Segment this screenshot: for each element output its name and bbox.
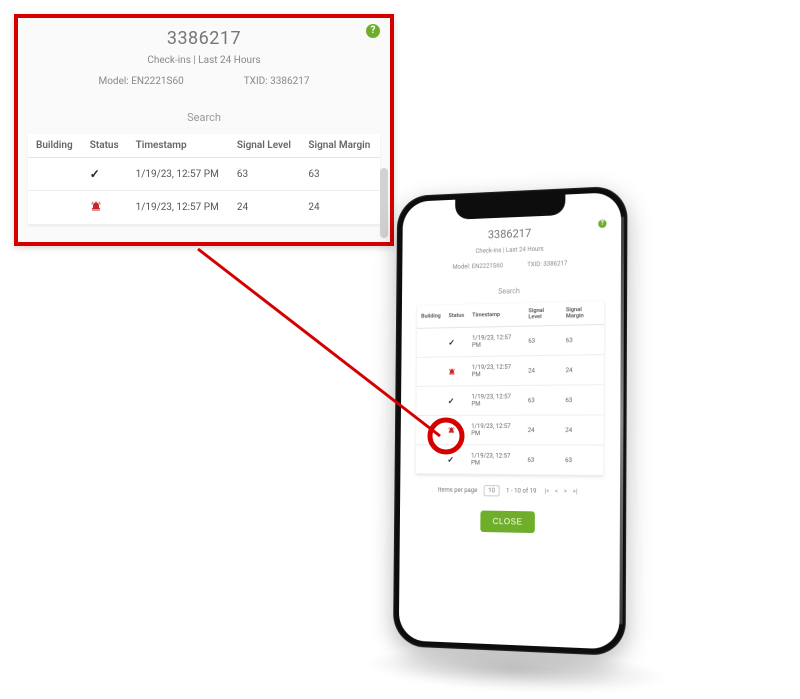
cell-signal-margin: 24: [561, 415, 604, 445]
zoom-callout-panel: ? 3386217 Check-ins | Last 24 Hours Mode…: [14, 14, 394, 246]
cell-signal-level: 63: [523, 445, 561, 475]
cell-signal-margin: 63: [562, 324, 604, 355]
col-status[interactable]: Status: [82, 134, 128, 158]
alarm-icon: [448, 426, 464, 434]
cell-timestamp: 1/19/23, 12:57 PM: [468, 356, 525, 386]
cell-timestamp: 1/19/23, 12:57 PM: [128, 191, 229, 225]
check-icon: [447, 457, 454, 464]
col-signal-margin[interactable]: Signal Margin: [562, 301, 604, 325]
col-building[interactable]: Building: [28, 134, 82, 158]
col-status[interactable]: Status: [445, 305, 469, 328]
scrollbar[interactable]: [380, 168, 388, 238]
col-signal-level[interactable]: Signal Level: [229, 134, 301, 158]
cell-signal-level: 24: [524, 415, 562, 445]
cell-signal-margin: 63: [561, 385, 603, 415]
check-icon: [90, 170, 100, 181]
help-icon[interactable]: ?: [598, 219, 606, 228]
cell-signal-margin: 24: [561, 355, 603, 386]
cell-signal-level: 24: [229, 191, 301, 225]
checkins-table: Building Status Timestamp Signal Level S…: [416, 301, 604, 476]
col-building[interactable]: Building: [417, 305, 445, 328]
next-page-icon[interactable]: >: [564, 488, 567, 495]
table-row[interactable]: 1/19/23, 12:57 PM2424: [416, 415, 603, 445]
cell-timestamp: 1/19/23, 12:57 PM: [467, 445, 524, 475]
close-button[interactable]: CLOSE: [480, 511, 534, 534]
col-timestamp[interactable]: Timestamp: [468, 303, 524, 327]
table-row[interactable]: 1/19/23, 12:57 PM6363: [28, 158, 380, 191]
device-id-title: 3386217: [418, 224, 605, 244]
model-field: Model: EN2221S60: [99, 76, 184, 87]
table-row[interactable]: 1/19/23, 12:57 PM6363: [416, 385, 603, 416]
table-header-row: Building Status Timestamp Signal Level S…: [28, 134, 380, 158]
search-input[interactable]: Search: [28, 111, 380, 124]
cell-timestamp: 1/19/23, 12:57 PM: [467, 385, 524, 415]
table-paginator[interactable]: Items per page 10 1 - 10 of 19 |< < > >|: [416, 484, 604, 498]
first-page-icon[interactable]: |<: [545, 488, 550, 495]
model-field: Model: EN2221S60: [452, 262, 503, 271]
items-per-page-select[interactable]: 10: [483, 485, 500, 496]
alarm-icon: [448, 367, 464, 375]
alarm-icon: [90, 200, 102, 212]
subtitle: Check-ins | Last 24 Hours: [28, 55, 380, 66]
txid-field: TXID: 3386217: [527, 260, 567, 268]
txid-field: TXID: 3386217: [244, 76, 310, 87]
prev-page-icon[interactable]: <: [555, 488, 558, 495]
phone-mockup: ? 3386217 Check-ins | Last 24 Hours Mode…: [393, 184, 649, 678]
items-per-page-label: Items per page: [438, 487, 477, 495]
cell-timestamp: 1/19/23, 12:57 PM: [467, 415, 524, 445]
col-timestamp[interactable]: Timestamp: [128, 134, 229, 158]
col-signal-level[interactable]: Signal Level: [524, 302, 561, 326]
cell-signal-margin: 63: [300, 158, 380, 191]
cell-timestamp: 1/19/23, 12:57 PM: [468, 326, 525, 356]
table-row[interactable]: 1/19/23, 12:57 PM6363: [416, 445, 604, 476]
cell-timestamp: 1/19/23, 12:57 PM: [128, 158, 229, 191]
table-row[interactable]: 1/19/23, 12:57 PM6363: [417, 324, 604, 357]
device-id-title: 3386217: [28, 28, 380, 49]
cell-signal-margin: 24: [300, 191, 380, 225]
cell-signal-margin: 63: [561, 445, 604, 475]
col-signal-margin[interactable]: Signal Margin: [300, 134, 380, 158]
check-icon: [448, 340, 455, 347]
cell-signal-level: 63: [229, 158, 301, 191]
last-page-icon[interactable]: >|: [573, 488, 578, 495]
help-icon[interactable]: ?: [366, 24, 380, 38]
cell-signal-level: 24: [524, 355, 562, 385]
cell-signal-level: 63: [524, 325, 562, 355]
table-row[interactable]: 1/19/23, 12:57 PM2424: [417, 355, 604, 387]
checkins-table: Building Status Timestamp Signal Level S…: [28, 134, 380, 225]
search-input[interactable]: Search: [417, 285, 604, 298]
page-range: 1 - 10 of 19: [506, 487, 536, 495]
subtitle: Check-ins | Last 24 Hours: [418, 243, 605, 257]
check-icon: [448, 398, 455, 405]
table-row[interactable]: 1/19/23, 12:57 PM2424: [28, 191, 380, 225]
cell-signal-level: 63: [524, 385, 562, 415]
